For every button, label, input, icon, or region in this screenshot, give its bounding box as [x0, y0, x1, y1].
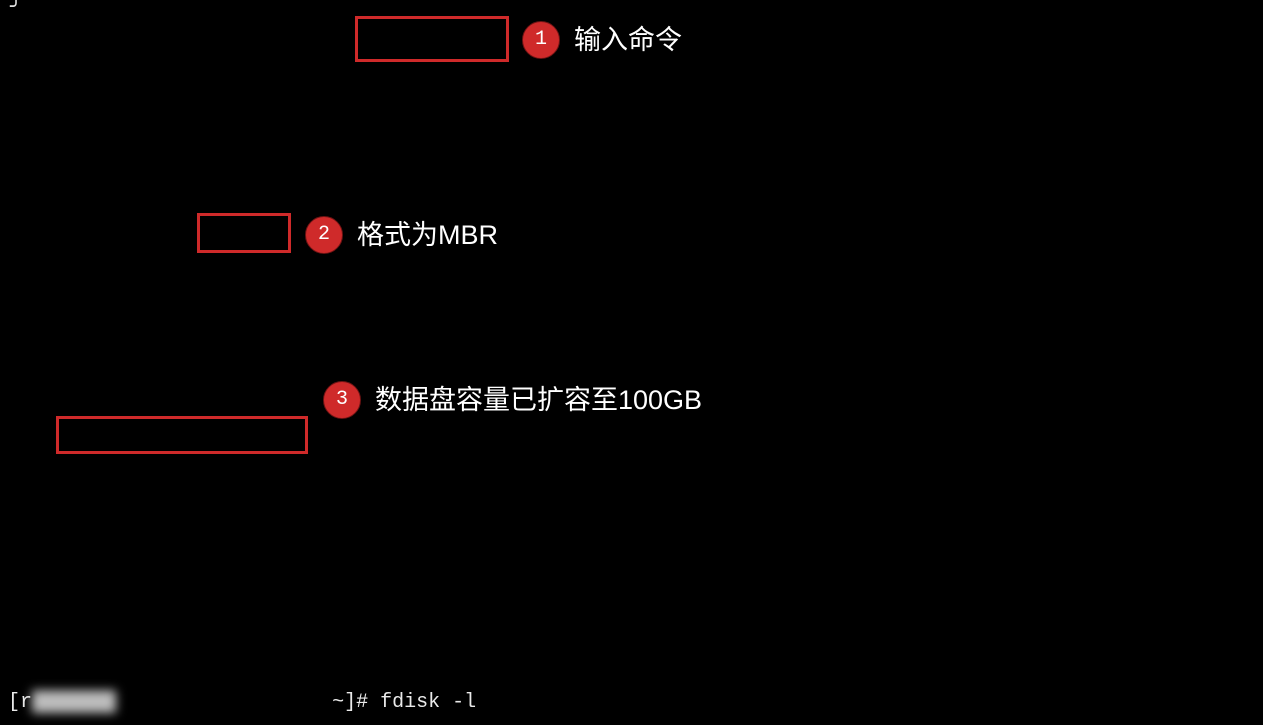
- terminal-line: [8, 516, 1255, 550]
- callout-badge-2: 2: [305, 216, 343, 254]
- prompt-hostname-blurred: ███████: [32, 686, 116, 720]
- callout-text-3: 数据盘容量已扩容至100GB: [375, 383, 702, 417]
- highlight-disk2-box: [56, 416, 308, 454]
- callout-text-2: 格式为MBR: [357, 218, 498, 252]
- prompt-prefix: [r: [8, 691, 32, 714]
- bracket-decoration: ╯: [10, 0, 22, 26]
- callout-3: 3 数据盘容量已扩容至100GB: [323, 381, 702, 419]
- prompt-suffix: ~]#: [116, 691, 380, 714]
- callout-2: 2 格式为MBR: [305, 216, 498, 254]
- callout-badge-1: 1: [522, 21, 560, 59]
- highlight-command-box: [355, 16, 509, 62]
- highlight-dos-box: [197, 213, 291, 253]
- prompt-line: [r███████ ~]# fdisk -l: [8, 686, 1255, 720]
- callout-badge-3: 3: [323, 381, 361, 419]
- callout-1: 1 输入命令: [522, 21, 682, 59]
- terminal[interactable]: ╯ 1 输入命令 2 格式为MBR 3 数据盘容量已扩容至100GB [r███…: [0, 0, 1263, 725]
- command-text: fdisk -l: [380, 691, 476, 714]
- callout-text-1: 输入命令: [574, 23, 682, 57]
